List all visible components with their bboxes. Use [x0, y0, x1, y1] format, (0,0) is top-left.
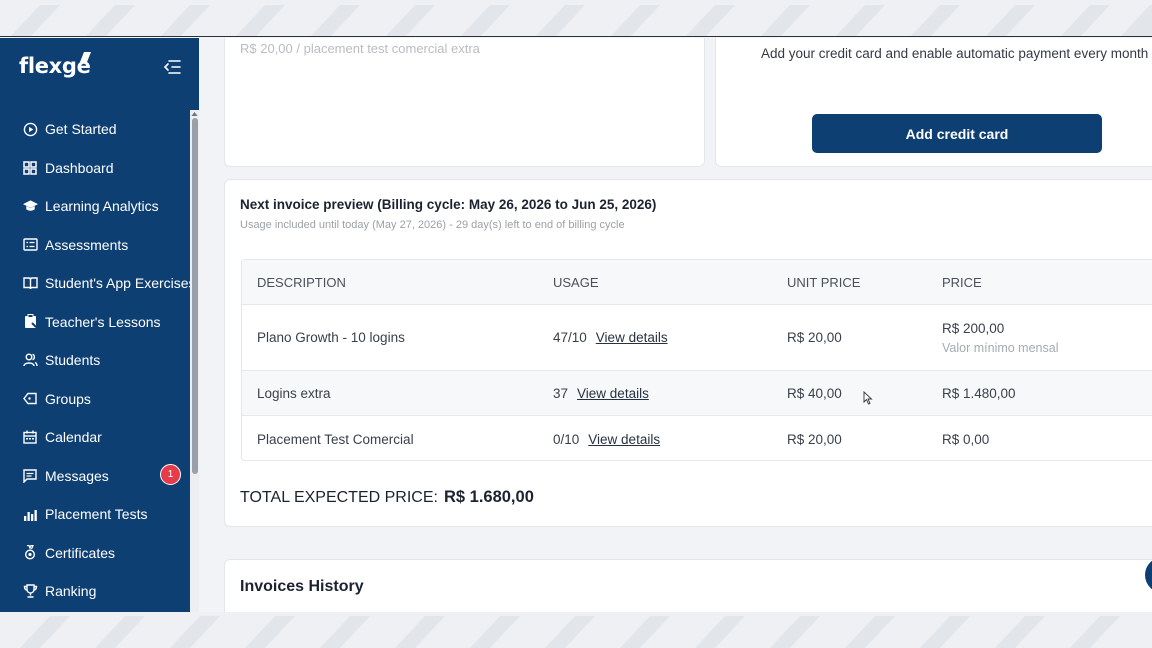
column-header-price: PRICE: [942, 274, 982, 290]
total-expected-price: TOTAL EXPECTED PRICE: R$ 1.680,00: [240, 488, 534, 507]
row-price: R$ 0,00: [942, 431, 990, 447]
table-row: Placement Test Comercial 0/10 View detai…: [242, 416, 1152, 460]
brand-pattern-bottom: [0, 612, 1152, 648]
sidebar-nav: Get Started Dashboard Learning Analytics…: [0, 110, 196, 611]
list-box-icon: [22, 237, 38, 253]
add-credit-card-button[interactable]: Add credit card: [812, 114, 1102, 153]
invoices-history-title: Invoices History: [240, 578, 364, 595]
table-header-row: DESCRIPTION USAGE UNIT PRICE PRICE: [242, 260, 1152, 305]
total-value: R$ 1.680,00: [443, 488, 534, 506]
sidebar-header: flexge: [0, 38, 199, 104]
invoice-table: DESCRIPTION USAGE UNIT PRICE PRICE Plano…: [241, 259, 1152, 461]
message-icon: [22, 468, 38, 484]
app-window: flexge Get Started Dashboard Learning An…: [0, 38, 1152, 612]
row-description: Logins extra: [257, 385, 331, 401]
sidebar-item-label: Groups: [45, 390, 91, 407]
table-row: Logins extra 37 View details R$ 40,00 R$…: [242, 371, 1152, 416]
play-circle-icon: [22, 121, 38, 137]
view-details-link[interactable]: View details: [588, 432, 660, 447]
logo-mark-icon: [80, 52, 91, 62]
sidebar-item-calendar[interactable]: Calendar: [0, 418, 190, 457]
row-usage: 0/10 View details: [553, 416, 660, 460]
row-description: Plano Growth - 10 logins: [257, 330, 405, 345]
sidebar-scroll-thumb[interactable]: [192, 118, 198, 474]
price-note: Valor mínimo mensal: [942, 340, 1059, 355]
row-usage: 37 View details: [553, 371, 649, 415]
invoices-history-card: Invoices History: [224, 559, 1152, 612]
sidebar-item-ranking[interactable]: Ranking: [0, 572, 190, 611]
sidebar-item-label: Dashboard: [45, 159, 114, 176]
sidebar-item-students-app-exercises[interactable]: Student's App Exercises: [0, 264, 196, 303]
row-price: R$ 200,00 Valor mínimo mensal: [942, 305, 1058, 370]
main-content: R$ 20,00 / placement test comercial extr…: [199, 38, 1152, 612]
row-usage: 47/10 View details: [553, 305, 668, 370]
mouse-cursor-icon: [863, 391, 873, 405]
book-icon: [22, 275, 38, 291]
sidebar-item-dashboard[interactable]: Dashboard: [0, 149, 190, 188]
sidebar-item-label: Calendar: [45, 429, 102, 446]
sidebar-item-groups[interactable]: Groups: [0, 380, 190, 419]
graduation-cap-icon: [22, 198, 38, 214]
view-details-link[interactable]: View details: [596, 330, 668, 345]
brand-pattern-top: [0, 0, 1152, 37]
sidebar-item-messages[interactable]: Messages 1: [0, 457, 190, 496]
row-price: R$ 1.480,00: [942, 385, 1016, 401]
messages-count-badge: 1: [160, 463, 181, 485]
sidebar-item-learning-analytics[interactable]: Learning Analytics: [0, 187, 190, 226]
sidebar-item-teachers-lessons[interactable]: Teacher's Lessons: [0, 303, 190, 342]
sidebar-item-students[interactable]: Students: [0, 341, 190, 380]
calendar-icon: [22, 429, 38, 445]
sidebar-item-assessments[interactable]: Assessments: [0, 226, 190, 265]
column-header-usage: USAGE: [553, 274, 599, 290]
sidebar-item-label: Certificates: [45, 544, 116, 561]
sidebar: flexge Get Started Dashboard Learning An…: [0, 38, 199, 612]
tag-icon: [22, 391, 38, 407]
sidebar-item-label: Ranking: [45, 583, 97, 600]
usage-value: 0/10: [553, 431, 580, 447]
invoice-preview-card: Next invoice preview (Billing cycle: May…: [224, 179, 1152, 527]
medal-icon: [22, 545, 38, 561]
total-label: TOTAL EXPECTED PRICE:: [240, 489, 438, 506]
credit-card-panel: Add your credit card and enable automati…: [715, 38, 1152, 167]
sidebar-item-label: Students: [45, 352, 101, 369]
column-header-description: DESCRIPTION: [257, 274, 346, 290]
trophy-icon: [22, 583, 38, 599]
clipboard-icon: [22, 314, 38, 330]
sidebar-item-label: Student's App Exercises: [45, 275, 196, 292]
usage-value: 47/10: [553, 330, 587, 345]
sidebar-item-label: Assessments: [45, 236, 129, 253]
usage-value: 37: [553, 385, 569, 401]
invoice-preview-subtitle: Usage included until today (May 27, 2026…: [240, 219, 625, 231]
view-details-link[interactable]: View details: [577, 386, 649, 401]
row-unit-price: R$ 20,00: [787, 330, 842, 345]
bar-chart-icon: [22, 506, 38, 522]
sidebar-item-label: Learning Analytics: [45, 198, 159, 215]
placement-extra-card: R$ 20,00 / placement test comercial extr…: [224, 38, 705, 167]
grid-icon: [22, 160, 38, 176]
credit-card-description: Add your credit card and enable automati…: [761, 46, 1149, 61]
sidebar-item-label: Get Started: [45, 121, 117, 138]
users-icon: [22, 352, 38, 368]
sidebar-item-certificates[interactable]: Certificates: [0, 534, 190, 573]
sidebar-item-get-started[interactable]: Get Started: [0, 110, 190, 149]
table-row: Plano Growth - 10 logins 47/10 View deta…: [242, 305, 1152, 371]
sidebar-item-label: Messages: [45, 467, 109, 484]
row-description: Placement Test Comercial: [257, 431, 414, 447]
placement-extra-price: R$ 20,00 / placement test comercial extr…: [240, 41, 480, 56]
price-value: R$ 200,00: [942, 320, 1005, 336]
sidebar-item-label: Placement Tests: [45, 506, 148, 523]
column-header-unit-price: UNIT PRICE: [787, 274, 861, 290]
invoice-preview-title: Next invoice preview (Billing cycle: May…: [240, 197, 657, 212]
row-unit-price: R$ 40,00: [787, 385, 842, 401]
scroll-up-arrow-icon[interactable]: [191, 111, 198, 117]
sidebar-item-placement-tests[interactable]: Placement Tests: [0, 495, 190, 534]
collapse-sidebar-icon[interactable]: [162, 58, 182, 76]
sidebar-item-label: Teacher's Lessons: [45, 313, 161, 330]
row-unit-price: R$ 20,00: [787, 431, 842, 447]
